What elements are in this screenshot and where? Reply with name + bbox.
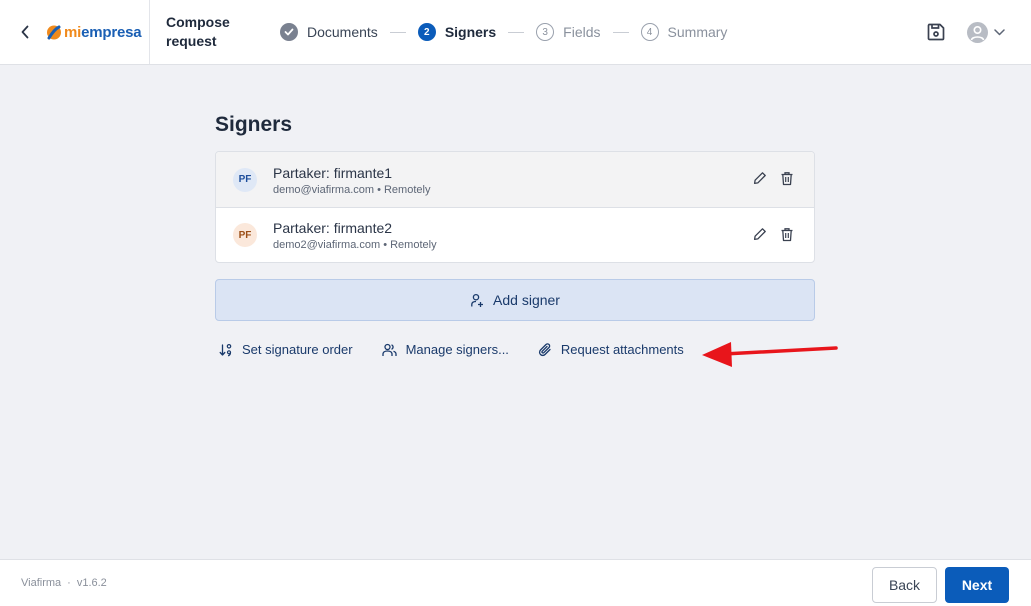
step-number: 2 [417, 23, 436, 41]
signer-meta: demo@viafirma.com • Remotely [273, 183, 431, 196]
step-label: Fields [563, 24, 601, 40]
logo-text-suffix: empresa [81, 23, 142, 41]
step-documents[interactable]: Documents [280, 23, 378, 41]
section-title: Signers [215, 113, 293, 136]
signer-row[interactable]: PF Partaker: firmante1 demo@viafirma.com… [216, 152, 814, 207]
edit-signer-button[interactable] [752, 226, 767, 242]
footer-separator: · [67, 577, 71, 589]
next-button[interactable]: Next [945, 567, 1009, 603]
step-separator [389, 31, 406, 33]
footer-bar: Viafirma · v1.6.2 Back Next [0, 559, 1031, 606]
signer-row[interactable]: PF Partaker: firmante2 demo2@viafirma.co… [216, 207, 814, 262]
pencil-icon [753, 228, 766, 241]
manage-signers-label: Manage signers... [405, 342, 509, 357]
step-signers[interactable]: 2 Signers [417, 23, 497, 41]
edit-signer-button[interactable] [752, 170, 767, 186]
set-signature-order-link[interactable]: Set signature order [219, 342, 353, 357]
back-button[interactable]: Back [872, 567, 937, 603]
request-attachments-link[interactable]: Request attachments [538, 342, 684, 357]
check-circle-icon [280, 23, 298, 41]
step-separator [508, 31, 525, 33]
chevron-down-icon [994, 28, 1005, 35]
set-signature-order-label: Set signature order [242, 342, 353, 357]
step-summary[interactable]: 4 Summary [640, 23, 728, 41]
signer-name: Partaker: firmante2 [273, 220, 393, 236]
delete-signer-button[interactable] [779, 170, 794, 186]
company-logo: miempresa [46, 22, 142, 42]
paperclip-icon [538, 342, 551, 356]
header-divider [149, 0, 150, 64]
step-label: Documents [307, 24, 378, 40]
signer-name: Partaker: firmante1 [273, 164, 393, 181]
step-number: 4 [640, 23, 659, 41]
signers-section: Signers PF Partaker: firmante1 demo@viaf… [215, 110, 815, 357]
trash-icon [781, 227, 792, 241]
logo-text-prefix: mi [64, 23, 82, 41]
annotation-arrow-icon [702, 342, 838, 367]
step-fields[interactable]: 3 Fields [536, 23, 601, 41]
add-signer-label: Add signer [493, 292, 560, 308]
step-label: Summary [667, 24, 728, 40]
signer-avatar: PF [233, 223, 257, 247]
step-separator [612, 31, 629, 33]
save-icon [927, 23, 945, 41]
footer-brand-name: Viafirma [21, 577, 62, 589]
signer-avatar: PF [233, 167, 257, 192]
logo-mark-icon [46, 24, 62, 40]
trash-icon [781, 171, 792, 185]
user-menu[interactable] [967, 21, 1005, 43]
sort-numeric-icon [219, 343, 232, 356]
signer-meta: demo2@viafirma.com • Remotely [273, 239, 437, 251]
page-title: Compose request [166, 14, 230, 49]
delete-signer-button[interactable] [779, 226, 794, 242]
save-button[interactable] [924, 20, 948, 44]
step-label: Signers [444, 24, 497, 40]
stepper: Documents 2 Signers 3 Fields 4 Summary [280, 22, 727, 42]
signer-list: PF Partaker: firmante1 demo@viafirma.com… [215, 151, 815, 263]
manage-signers-link[interactable]: Manage signers... [381, 342, 509, 357]
step-number: 3 [536, 23, 555, 41]
users-icon [381, 343, 397, 356]
footer-version: v1.6.2 [76, 577, 107, 589]
back-chevron-button[interactable] [14, 20, 36, 44]
chevron-left-icon [21, 25, 29, 39]
footer-brand: Viafirma · v1.6.2 [21, 577, 107, 589]
user-plus-icon [471, 293, 484, 307]
add-signer-button[interactable]: Add signer [215, 279, 815, 321]
request-attachments-label: Request attachments [560, 342, 684, 357]
top-header: miempresa Compose request Documents 2 Si… [0, 0, 1031, 65]
pencil-icon [753, 172, 766, 185]
user-avatar-icon [967, 21, 988, 43]
